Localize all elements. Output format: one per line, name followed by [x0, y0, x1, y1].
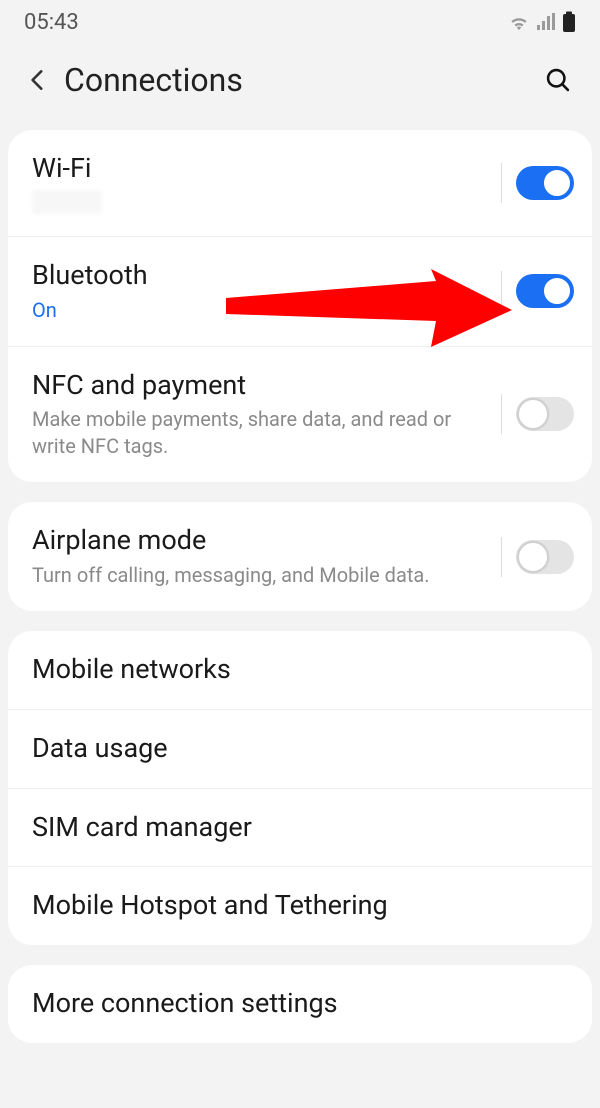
settings-row[interactable]: Bluetooth On [8, 236, 592, 346]
search-icon [544, 66, 572, 94]
toggle-wrap [501, 163, 574, 203]
settings-row[interactable]: Data usage [8, 709, 592, 788]
settings-group: More connection settings [8, 965, 592, 1043]
settings-row-title: Mobile networks [32, 653, 478, 687]
settings-row[interactable]: More connection settings [8, 965, 592, 1043]
settings-row-text: Bluetooth On [32, 259, 568, 324]
settings-row-title: Data usage [32, 732, 478, 766]
settings-row-text: More connection settings [32, 987, 568, 1021]
settings-row-text: SIM card manager [32, 811, 568, 845]
toggle-wrap [501, 271, 574, 311]
settings-row-title: Airplane mode [32, 524, 478, 558]
toggle-knob [542, 276, 572, 306]
status-time: 05:43 [24, 10, 79, 35]
toggle-knob [518, 399, 548, 429]
settings-row[interactable]: Mobile networks [8, 631, 592, 709]
toggle-wrap [501, 537, 574, 577]
settings-row[interactable]: Airplane mode Turn off calling, messaging… [8, 502, 592, 611]
settings-row-title: Wi-Fi [32, 152, 478, 186]
settings-row-title: Bluetooth [32, 259, 478, 293]
settings-content: Wi-Fi Bluetooth On NFC and paymentMake mobi… [0, 116, 600, 1043]
settings-row-title: NFC and payment [32, 369, 478, 403]
battery-icon [562, 11, 576, 33]
settings-row[interactable]: Wi-Fi [8, 130, 592, 236]
settings-group: Airplane mode Turn off calling, messaging… [8, 502, 592, 611]
toggle-divider [501, 394, 502, 434]
settings-group: Mobile networks Data usage SIM card manage… [8, 631, 592, 945]
toggle-knob [542, 168, 572, 198]
toggle-divider [501, 537, 502, 577]
chevron-left-icon [25, 67, 51, 93]
toggle-switch[interactable] [516, 166, 574, 200]
toggle-switch[interactable] [516, 397, 574, 431]
settings-row-title: Mobile Hotspot and Tethering [32, 889, 478, 923]
search-button[interactable] [536, 58, 580, 102]
settings-row-subtitle: Turn off calling, messaging, and Mobile … [32, 562, 478, 589]
settings-row-subtitle: On [32, 297, 478, 324]
back-button[interactable] [16, 58, 60, 102]
settings-row-text: Mobile Hotspot and Tethering [32, 889, 568, 923]
settings-row[interactable]: SIM card manager [8, 788, 592, 867]
settings-row[interactable]: NFC and paymentMake mobile payments, sha… [8, 346, 592, 483]
settings-row-title: More connection settings [32, 987, 478, 1021]
wifi-icon [508, 13, 530, 31]
settings-row-text: Mobile networks [32, 653, 568, 687]
settings-row-text: Airplane mode Turn off calling, messaging… [32, 524, 568, 589]
settings-row-text: Data usage [32, 732, 568, 766]
settings-row-title: SIM card manager [32, 811, 478, 845]
toggle-wrap [501, 394, 574, 434]
toggle-switch[interactable] [516, 274, 574, 308]
status-icons [508, 11, 576, 33]
toggle-divider [501, 163, 502, 203]
signal-icon [536, 13, 556, 31]
status-bar: 05:43 [0, 0, 600, 44]
settings-group: Wi-Fi Bluetooth On NFC and paymentMake mobi… [8, 130, 592, 482]
toggle-switch[interactable] [516, 540, 574, 574]
toggle-divider [501, 271, 502, 311]
settings-row-text: NFC and paymentMake mobile payments, sha… [32, 369, 568, 461]
toggle-knob [518, 542, 548, 572]
page-title: Connections [64, 61, 536, 99]
settings-row[interactable]: Mobile Hotspot and Tethering [8, 866, 592, 945]
page-header: Connections [0, 44, 600, 116]
settings-row-subtitle [32, 190, 102, 214]
settings-row-subtitle: Make mobile payments, share data, and re… [32, 406, 478, 460]
settings-row-text: Wi-Fi [32, 152, 568, 214]
